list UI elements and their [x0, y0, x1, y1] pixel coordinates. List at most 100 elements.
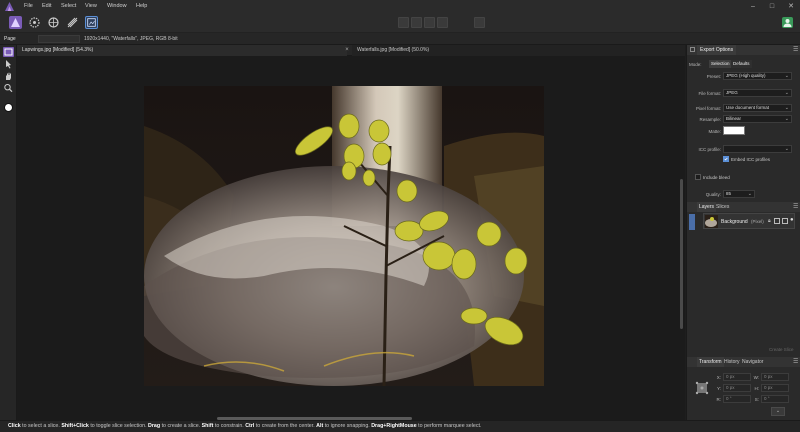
tab-close-icon[interactable]: ×: [343, 45, 351, 56]
visibility-eye-icon[interactable]: ●: [790, 217, 794, 223]
preset-value: JPEG (High quality): [726, 73, 766, 78]
toolbar-button-5[interactable]: [474, 17, 485, 28]
shear-input[interactable]: 0 °: [761, 395, 789, 403]
vertical-scrollbar[interactable]: [680, 179, 683, 329]
quality-value: 85: [726, 191, 732, 196]
toolbar-button-1[interactable]: [398, 17, 409, 28]
slice-tool-icon[interactable]: [3, 47, 14, 57]
file-format-value: JPEG: [726, 90, 738, 95]
s-label: S:: [754, 397, 759, 402]
mode-label: Mode:: [689, 62, 702, 67]
icc-profile-select[interactable]: ⌄: [723, 145, 792, 153]
y-input[interactable]: 0 px: [723, 384, 751, 392]
mode-selection-button[interactable]: Selection: [709, 60, 732, 68]
rotation-input[interactable]: 0 °: [723, 395, 751, 403]
status-key-5: Ctrl: [245, 423, 255, 429]
tab-lapwings[interactable]: Lapwings.jpg [Modified] (54.3%): [17, 45, 347, 56]
tab-navigator[interactable]: Navigator: [740, 357, 765, 367]
status-text-5: to create from the center.: [254, 423, 317, 429]
r-value: 0 °: [726, 396, 732, 401]
menu-help[interactable]: Help: [136, 3, 147, 9]
pixel-format-select[interactable]: Use document format ⌄: [723, 104, 792, 112]
zoom-tool-icon[interactable]: [3, 83, 14, 93]
primary-color-swatch[interactable]: [4, 103, 13, 112]
toolbar-button-4[interactable]: [437, 17, 448, 28]
resample-select[interactable]: Bilinear ⌄: [723, 115, 792, 123]
canvas-area[interactable]: [17, 56, 685, 420]
layer-row-background[interactable]: Background (Pixel) 🔒︎ ●: [703, 213, 795, 229]
chevron-down-icon: ⌄: [747, 191, 752, 197]
tab-transform[interactable]: Transform: [697, 357, 724, 367]
menu-file[interactable]: File: [24, 3, 33, 9]
menu-view[interactable]: View: [85, 3, 97, 9]
layer-thumbnail: [705, 215, 718, 228]
minimize-button[interactable]: –: [748, 2, 758, 11]
file-format-select[interactable]: JPEG ⌄: [723, 89, 792, 97]
persona-label: Page: [4, 36, 16, 42]
h-input[interactable]: 0 px: [761, 384, 789, 392]
chevron-down-icon: ⌄: [784, 105, 789, 111]
layer-mask-icon[interactable]: [774, 218, 780, 224]
toolbar-button-3[interactable]: [424, 17, 435, 28]
tab-slices[interactable]: Slices: [714, 202, 731, 212]
hand-tool-icon[interactable]: [3, 71, 14, 81]
close-button[interactable]: ✕: [786, 2, 796, 11]
status-text-6: to ignore snapping.: [323, 423, 372, 429]
mode-defaults-button[interactable]: Defaults: [731, 60, 752, 68]
embed-icc-checkbox[interactable]: [723, 156, 729, 162]
lock-icon[interactable]: 🔒︎: [768, 218, 771, 224]
affinity-photo-logo-icon: [5, 2, 14, 11]
menu-window[interactable]: Window: [107, 3, 127, 9]
tab-lapwings-label: Lapwings.jpg [Modified] (54.3%): [22, 47, 94, 53]
menu-edit[interactable]: Edit: [42, 3, 51, 9]
photo-persona-icon[interactable]: [9, 16, 22, 29]
menu-bar: File Edit Select View Window Help – □ ✕: [0, 0, 800, 13]
transform-header: Transform History Navigator ☰: [687, 357, 800, 367]
status-bar: Click to select a slice. Shift+Click to …: [0, 420, 800, 432]
status-key-4: Shift: [201, 423, 214, 429]
user-account-icon[interactable]: [782, 17, 793, 28]
toolbar: [0, 13, 800, 33]
status-key-3: Drag: [148, 423, 161, 429]
tab-waterfalls[interactable]: Waterfalls.jpg [Modified] (50.0%): [352, 45, 685, 56]
create-slice-button[interactable]: Create Slice: [769, 347, 794, 352]
liquify-persona-icon[interactable]: [28, 16, 41, 29]
w-input[interactable]: 0 px: [761, 373, 789, 381]
layer-name: Background: [721, 219, 748, 225]
export-options-header: Export Options ☰: [687, 45, 800, 55]
preset-select[interactable]: JPEG (High quality) ⌄: [723, 72, 792, 80]
context-dropdown[interactable]: [38, 35, 80, 43]
toolbar-button-2[interactable]: [411, 17, 422, 28]
include-bleed-checkbox[interactable]: [695, 174, 701, 180]
status-key-2: Shift+Click: [61, 423, 89, 429]
menu-select[interactable]: Select: [61, 3, 76, 9]
panel-menu-icon[interactable]: ☰: [793, 45, 798, 55]
w-label: W:: [753, 375, 759, 380]
matte-color-swatch[interactable]: [723, 126, 745, 135]
panel-menu-icon[interactable]: ☰: [793, 202, 798, 212]
embed-icc-label: Embed ICC profiles: [731, 157, 771, 162]
layer-fx-icon[interactable]: [782, 218, 788, 224]
h-label: H:: [754, 386, 760, 391]
panel-menu-icon[interactable]: ☰: [793, 357, 798, 367]
quality-input[interactable]: 85 ⌄: [723, 190, 755, 198]
layer-selection-marker: [689, 214, 695, 230]
include-bleed-label: Include bleed: [703, 175, 730, 180]
tab-waterfalls-label: Waterfalls.jpg [Modified] (50.0%): [357, 47, 430, 53]
anchor-point-icon[interactable]: [695, 381, 709, 395]
waterfall-photo[interactable]: [144, 86, 544, 386]
export-persona-icon[interactable]: [85, 16, 98, 29]
status-text-1: to select a slice.: [20, 423, 62, 429]
maximize-button[interactable]: □: [767, 2, 777, 11]
tab-export-options[interactable]: Export Options: [697, 45, 737, 55]
resample-label: Resample:: [699, 117, 721, 122]
tone-mapping-persona-icon[interactable]: [66, 16, 79, 29]
right-panel: Export Options ☰ Mode: Selection Default…: [686, 45, 800, 420]
develop-persona-icon[interactable]: [47, 16, 60, 29]
transform-options-dropdown[interactable]: ⌄: [771, 407, 785, 416]
tab-history[interactable]: History: [722, 357, 742, 367]
x-input[interactable]: 0 px: [723, 373, 751, 381]
preset-label: Preset:: [706, 74, 721, 79]
layers-header: Layers Slices ☰: [687, 202, 800, 212]
slice-selection-tool-icon[interactable]: [3, 59, 14, 69]
